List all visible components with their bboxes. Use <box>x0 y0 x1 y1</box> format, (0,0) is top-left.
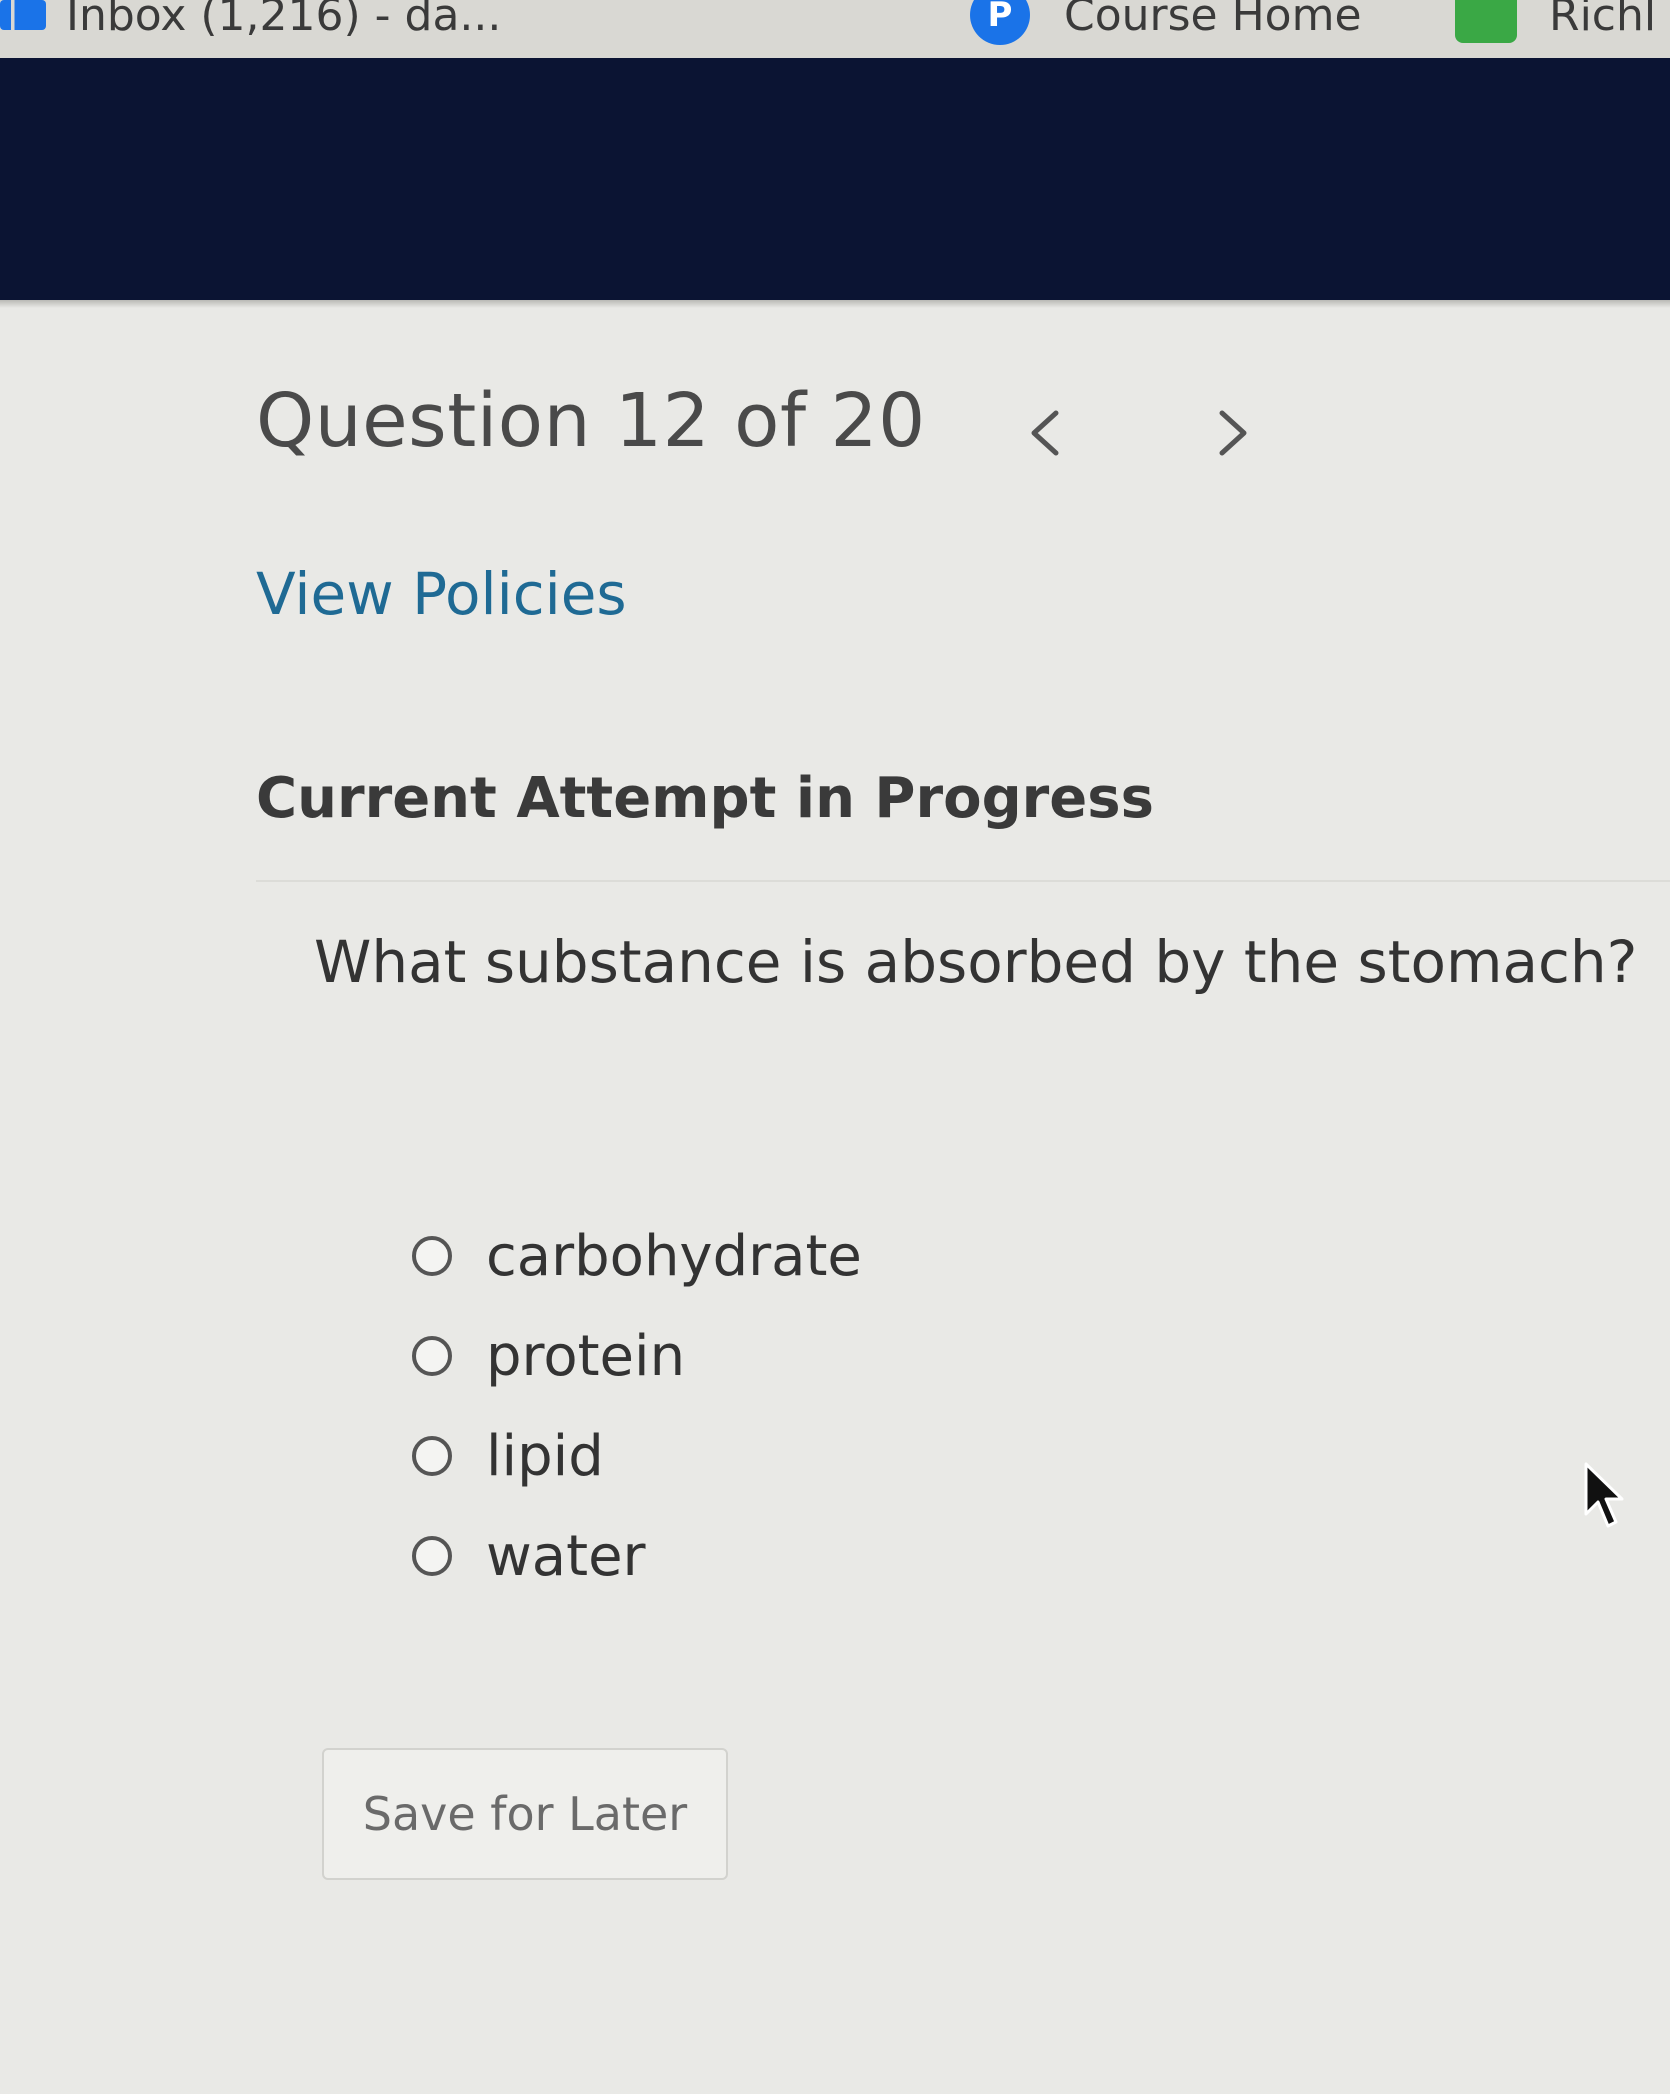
header-shadow <box>0 300 1670 308</box>
save-for-later-button[interactable]: Save for Later <box>322 1748 728 1880</box>
attempt-heading: Current Attempt in Progress <box>256 766 1154 831</box>
bookmark-inbox[interactable]: Inbox (1,216) - da... <box>0 0 501 44</box>
chevron-left-icon <box>1031 410 1059 456</box>
pearson-icon: P <box>970 0 1030 45</box>
option-label: lipid <box>486 1423 604 1489</box>
previous-question-button[interactable] <box>1014 398 1074 468</box>
radio-button[interactable] <box>412 1436 452 1476</box>
app-header <box>0 58 1670 300</box>
mouse-cursor-icon <box>1584 1462 1624 1528</box>
option-protein[interactable]: protein <box>412 1306 862 1406</box>
question-prompt: What substance is absorbed by the stomac… <box>314 928 1638 996</box>
question-title: Question 12 of 20 <box>256 378 926 464</box>
gmail-icon <box>0 0 46 30</box>
bookmarks-bar: Inbox (1,216) - da... P Course Home Rich… <box>0 0 1670 58</box>
option-label: water <box>486 1523 646 1589</box>
option-label: carbohydrate <box>486 1223 862 1289</box>
bookmark-label: Course Home <box>1064 0 1362 41</box>
radio-button[interactable] <box>412 1336 452 1376</box>
radio-button[interactable] <box>412 1236 452 1276</box>
answer-options: carbohydrate protein lipid water <box>412 1206 862 1606</box>
bookmark-course-home[interactable]: P Course Home <box>970 0 1362 45</box>
bookmark-richl[interactable]: Richl <box>1455 0 1656 44</box>
bookmark-label: Inbox (1,216) - da... <box>66 0 502 41</box>
option-lipid[interactable]: lipid <box>412 1406 862 1506</box>
bookmark-green-icon <box>1455 0 1517 43</box>
option-water[interactable]: water <box>412 1506 862 1606</box>
view-policies-link[interactable]: View Policies <box>256 560 627 628</box>
option-carbohydrate[interactable]: carbohydrate <box>412 1206 862 1306</box>
divider <box>256 880 1670 882</box>
bookmark-label: Richl <box>1549 0 1657 41</box>
next-question-button[interactable] <box>1204 398 1264 468</box>
option-label: protein <box>486 1323 686 1389</box>
radio-button[interactable] <box>412 1536 452 1576</box>
chevron-right-icon <box>1219 410 1247 456</box>
